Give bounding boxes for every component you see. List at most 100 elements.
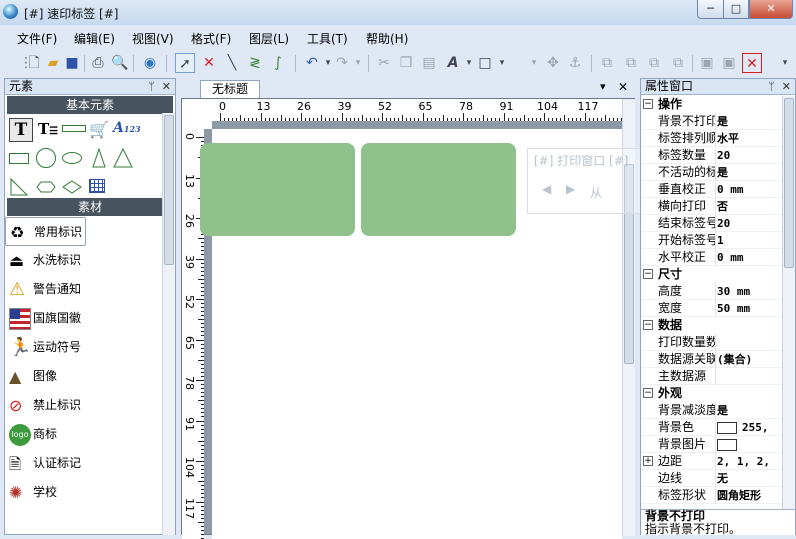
anchor-icon[interactable]: ⚓ bbox=[565, 53, 585, 73]
material-item[interactable]: ✺ 学校 bbox=[5, 478, 175, 507]
minimize-button[interactable]: ─ bbox=[697, 0, 724, 19]
material-item[interactable]: 🗎 认证标记 bbox=[5, 449, 175, 478]
text-icon[interactable]: T bbox=[9, 118, 33, 142]
material-item[interactable]: ▲ 图像 bbox=[5, 362, 175, 391]
pin-icon[interactable]: ᛘ bbox=[148, 80, 155, 93]
circle-icon[interactable] bbox=[36, 148, 56, 168]
collapse-toggle-icon[interactable]: − bbox=[643, 99, 653, 109]
material-item[interactable]: ⊘ 禁止标识 bbox=[5, 391, 175, 420]
ellipse-icon[interactable] bbox=[62, 152, 82, 164]
save-icon[interactable]: ■ bbox=[62, 53, 82, 73]
multiline-text-icon[interactable]: T☰ bbox=[38, 120, 58, 140]
bring-front-icon[interactable]: ⧉ bbox=[597, 53, 617, 73]
property-value[interactable] bbox=[717, 436, 781, 453]
right-triangle-icon[interactable] bbox=[9, 177, 29, 197]
property-row[interactable]: 高度 30 mm bbox=[641, 283, 782, 300]
menu-view[interactable]: 视图(V) bbox=[132, 30, 174, 47]
tab-list-icon[interactable]: ▾ bbox=[600, 80, 606, 93]
cart-icon[interactable]: 🛒 bbox=[89, 120, 109, 140]
menu-file[interactable]: 文件(F) bbox=[17, 30, 57, 47]
paste-icon[interactable]: ▤ bbox=[419, 53, 439, 73]
material-item[interactable]: 🏃 运动符号 bbox=[5, 333, 175, 362]
property-group[interactable]: − 数据 bbox=[641, 317, 782, 334]
property-value[interactable]: 无 bbox=[717, 470, 781, 487]
materials-header[interactable]: 素材 bbox=[7, 198, 173, 216]
redo-dropdown-icon[interactable]: ▾ bbox=[348, 53, 368, 73]
property-group[interactable]: − 操作 bbox=[641, 96, 782, 113]
prev-page-icon[interactable]: ◀ bbox=[542, 182, 551, 196]
curve-icon[interactable]: ∫ bbox=[268, 53, 288, 73]
ungroup-icon[interactable]: ▣ bbox=[719, 53, 739, 73]
line-icon[interactable]: ╲ bbox=[222, 53, 242, 73]
print-preview-icon[interactable]: 🔍 bbox=[110, 53, 130, 73]
property-value[interactable]: 水平 bbox=[717, 130, 781, 147]
property-value[interactable]: 2, 1, 2, bbox=[717, 453, 781, 470]
property-value[interactable]: 是 bbox=[717, 164, 781, 181]
send-backward-icon[interactable]: ⧉ bbox=[668, 53, 688, 73]
property-row[interactable]: 打印数量数据 bbox=[641, 334, 782, 351]
new-file-icon[interactable]: 🗋 bbox=[24, 53, 44, 73]
property-row[interactable]: 背景色 255, bbox=[641, 419, 782, 436]
collapse-toggle-icon[interactable]: − bbox=[643, 269, 653, 279]
property-row[interactable]: 垂直校正 0 mm bbox=[641, 181, 782, 198]
properties-scrollbar[interactable] bbox=[782, 96, 795, 509]
table-icon[interactable] bbox=[89, 179, 105, 193]
material-item[interactable]: ⏏ 水洗标识 bbox=[5, 246, 175, 275]
property-value[interactable]: (集合) bbox=[717, 351, 781, 368]
property-value[interactable]: 1 bbox=[717, 232, 781, 249]
menu-layer[interactable]: 图层(L) bbox=[249, 30, 289, 47]
database-icon[interactable]: ◉ bbox=[140, 53, 160, 73]
material-item[interactable]: ♻ 常用标识 bbox=[5, 217, 86, 246]
scrollbar-thumb[interactable] bbox=[164, 115, 174, 265]
property-row[interactable]: 水平校正 0 mm bbox=[641, 249, 782, 266]
diamond-icon[interactable] bbox=[62, 177, 82, 197]
property-row[interactable]: 开始标签号 1 bbox=[641, 232, 782, 249]
property-group[interactable]: − 尺寸 bbox=[641, 266, 782, 283]
maximize-button[interactable]: □ bbox=[723, 0, 749, 19]
property-row[interactable]: 背景不打印是 bbox=[641, 113, 782, 130]
align-dropdown-icon[interactable]: ▾ bbox=[524, 53, 544, 73]
property-value[interactable]: 30 mm bbox=[717, 283, 781, 300]
print-icon[interactable]: ⎙ bbox=[88, 53, 108, 73]
pointer-icon[interactable]: ➚ bbox=[175, 53, 195, 73]
property-row[interactable]: + 边距 2, 1, 2, bbox=[641, 453, 782, 470]
property-value[interactable]: 圆角矩形 bbox=[717, 487, 781, 504]
scrollbar-thumb[interactable] bbox=[784, 98, 794, 268]
label-cell[interactable] bbox=[361, 143, 516, 236]
property-value[interactable]: 否 bbox=[717, 198, 781, 215]
property-row[interactable]: 横向打印否 bbox=[641, 198, 782, 215]
menu-format[interactable]: 格式(F) bbox=[191, 30, 231, 47]
open-folder-icon[interactable]: ▰ bbox=[43, 53, 63, 73]
cut-icon[interactable]: ✂ bbox=[374, 53, 394, 73]
property-group[interactable]: − 外观 bbox=[641, 385, 782, 402]
next-page-icon[interactable]: ▶ bbox=[566, 182, 575, 196]
polyline-icon[interactable]: ≷ bbox=[245, 53, 265, 73]
delete-icon[interactable]: ✕ bbox=[199, 53, 219, 73]
property-row[interactable]: 结束标签号 20 bbox=[641, 215, 782, 232]
send-back-icon[interactable]: ⧉ bbox=[621, 53, 641, 73]
property-value[interactable]: 20 bbox=[717, 147, 781, 164]
property-value[interactable]: 0 mm bbox=[717, 181, 781, 198]
rectangle-icon[interactable] bbox=[9, 153, 29, 164]
property-row[interactable]: 背景图片 bbox=[641, 436, 782, 453]
menu-tools[interactable]: 工具(T) bbox=[307, 30, 348, 47]
close-button[interactable]: ✕ bbox=[749, 0, 793, 19]
pin-icon[interactable]: ᛘ bbox=[768, 80, 775, 93]
color-swatch[interactable] bbox=[717, 439, 737, 451]
property-value[interactable]: 是 bbox=[717, 113, 781, 130]
collapse-toggle-icon[interactable]: − bbox=[643, 320, 653, 330]
property-value[interactable]: 50 mm bbox=[717, 300, 781, 317]
panel-close-icon[interactable]: ✕ bbox=[162, 80, 171, 93]
property-value[interactable]: 20 bbox=[717, 215, 781, 232]
property-row[interactable]: 标签数量 20 bbox=[641, 147, 782, 164]
no-fill-icon[interactable]: ✕ bbox=[742, 53, 762, 73]
hexagon-icon[interactable] bbox=[36, 177, 56, 197]
group-icon[interactable]: ▣ bbox=[697, 53, 717, 73]
property-row[interactable]: 数据源关联 (集合) bbox=[641, 351, 782, 368]
property-value[interactable]: 0 mm bbox=[717, 249, 781, 266]
border-dropdown-icon[interactable]: ▾ bbox=[492, 53, 512, 73]
copy-icon[interactable]: ❐ bbox=[396, 53, 416, 73]
property-row[interactable]: 标签形状 圆角矩形 bbox=[641, 487, 782, 504]
property-row[interactable]: 边线无 bbox=[641, 470, 782, 487]
basic-elements-header[interactable]: 基本元素 bbox=[7, 96, 173, 114]
